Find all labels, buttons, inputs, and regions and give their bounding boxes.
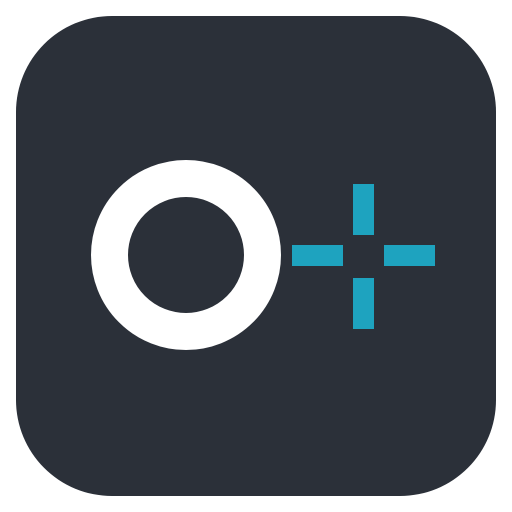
circle-ring-icon <box>91 160 281 350</box>
crosshair-top-segment <box>353 184 374 235</box>
crosshair-left-segment <box>292 245 343 266</box>
crosshair-right-segment <box>384 245 435 266</box>
app-icon[interactable] <box>16 16 496 496</box>
crosshair-bottom-segment <box>353 278 374 329</box>
